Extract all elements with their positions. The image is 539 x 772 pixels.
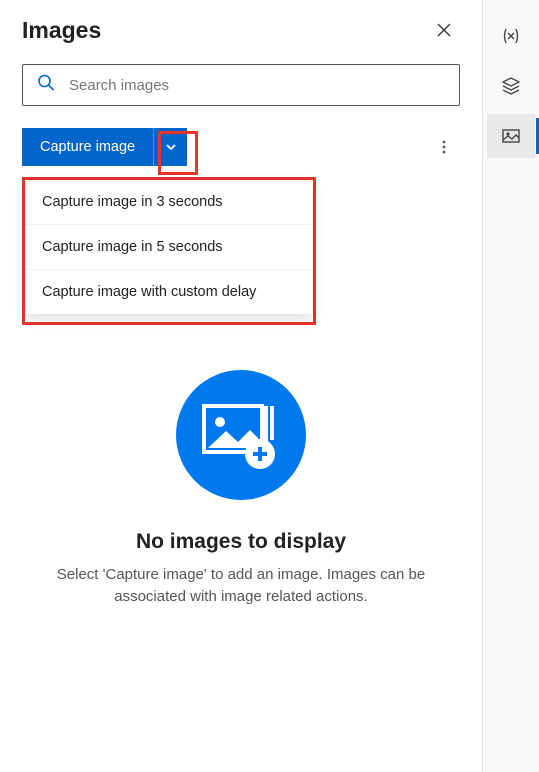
dropdown-item-5s[interactable]: Capture image in 5 seconds	[26, 225, 312, 270]
panel-header: Images	[22, 14, 460, 46]
image-placeholder-icon	[200, 400, 282, 470]
images-panel: Images Capture image Capture image in 3 …	[0, 0, 483, 772]
close-button[interactable]	[428, 14, 460, 46]
rail-variables-tab[interactable]	[487, 14, 535, 58]
toolbar: Capture image	[22, 128, 460, 166]
search-field	[22, 64, 460, 106]
capture-image-button[interactable]: Capture image	[22, 128, 153, 166]
images-icon	[500, 125, 522, 147]
empty-state-description: Select 'Capture image' to add an image. …	[52, 564, 430, 608]
capture-dropdown-menu: Capture image in 3 seconds Capture image…	[26, 180, 312, 314]
search-input[interactable]	[22, 64, 460, 106]
variables-icon	[500, 25, 522, 47]
close-icon	[436, 22, 452, 38]
more-options-button[interactable]	[428, 131, 460, 163]
dropdown-item-custom[interactable]: Capture image with custom delay	[26, 270, 312, 314]
empty-state-title: No images to display	[136, 530, 346, 554]
capture-dropdown-toggle[interactable]	[153, 128, 187, 166]
side-rail	[483, 0, 539, 772]
empty-state-illustration	[176, 370, 306, 500]
rail-images-tab[interactable]	[487, 114, 535, 158]
panel-title: Images	[22, 17, 101, 44]
chevron-down-icon	[164, 140, 178, 154]
search-icon	[36, 73, 56, 98]
dropdown-item-3s[interactable]: Capture image in 3 seconds	[26, 180, 312, 225]
rail-layers-tab[interactable]	[487, 64, 535, 108]
layers-icon	[500, 75, 522, 97]
capture-split-button: Capture image	[22, 128, 187, 166]
more-vertical-icon	[436, 139, 452, 155]
